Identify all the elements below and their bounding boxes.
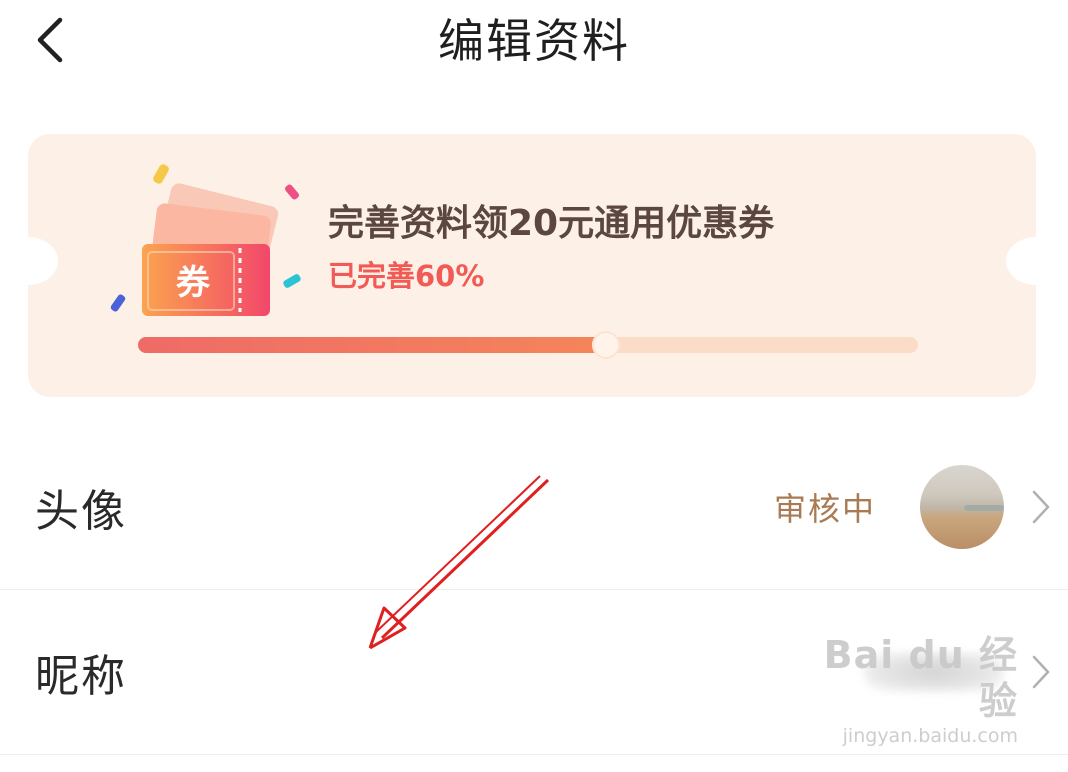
top-bar: 编辑资料 (0, 0, 1068, 90)
completion-percent: 已完善60% (328, 259, 485, 293)
ticket-notch-right (1006, 237, 1036, 285)
progress-fill (138, 337, 606, 353)
chevron-right-icon (1032, 655, 1050, 689)
chevron-right-icon (1032, 490, 1050, 524)
coupon-label: 券 (176, 263, 211, 303)
ticket-notch-left (28, 237, 58, 285)
avatar[interactable] (920, 465, 1004, 549)
completion-progress-bar (138, 331, 918, 359)
progress-knob (592, 331, 620, 359)
profile-completion-banner[interactable]: 券 完善资料领20元通用优惠券 已完善60% (28, 134, 1036, 397)
avatar-row[interactable]: 头像 审核中 (0, 425, 1068, 590)
avatar-label: 头像 (35, 486, 127, 537)
page-title: 编辑资料 (438, 14, 630, 68)
coupon-icon: 券 (110, 164, 301, 316)
baidu-watermark: Bai du 经验 jingyan.baidu.com (818, 632, 1018, 748)
watermark-url: jingyan.baidu.com (842, 725, 1018, 747)
nickname-label: 昵称 (35, 651, 127, 702)
banner-title: 完善资料领20元通用优惠券 (328, 203, 775, 244)
review-status: 审核中 (773, 490, 876, 528)
watermark-brand: Bai du 经验 (823, 633, 1018, 723)
